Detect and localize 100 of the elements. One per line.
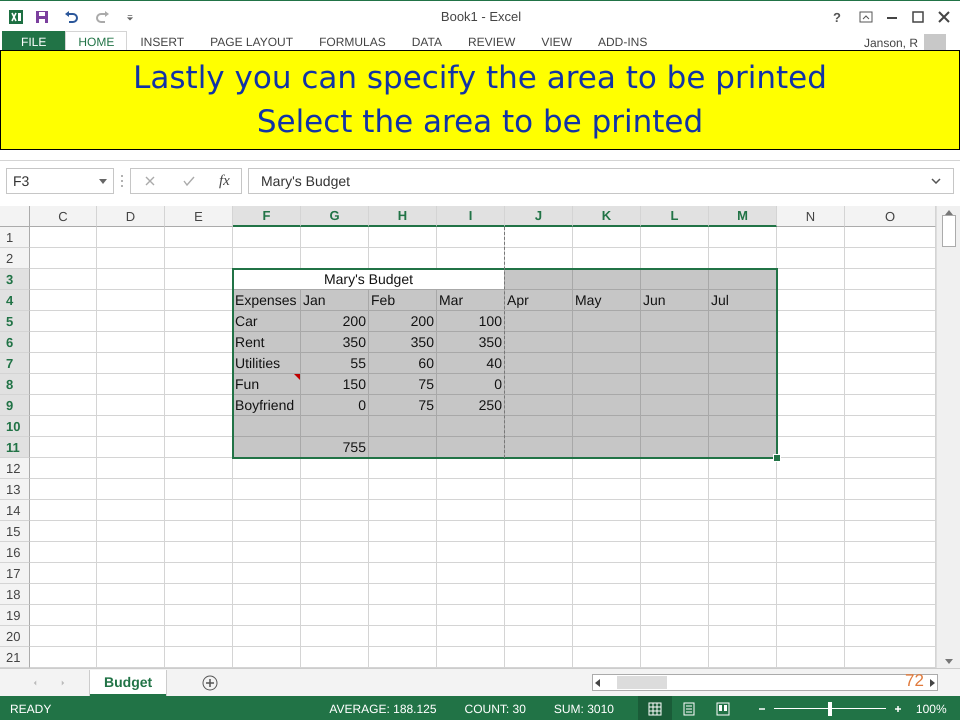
ribbon-tab[interactable]: PAGE LAYOUT [197, 31, 306, 50]
row-header[interactable]: 17 [0, 563, 30, 584]
column-header[interactable]: D [97, 206, 165, 227]
table-cell [777, 290, 845, 311]
ribbon-tab[interactable]: ADD-INS [585, 31, 660, 50]
row-header[interactable]: 13 [0, 479, 30, 500]
normal-view-button[interactable] [638, 696, 672, 720]
table-cell [30, 248, 97, 269]
table-cell: 350 [437, 332, 505, 353]
table-cell: Fun [233, 374, 301, 395]
table-cell: May [573, 290, 641, 311]
table-cell [709, 437, 777, 458]
slide-number: 72 [905, 671, 924, 691]
fill-handle[interactable] [773, 454, 781, 462]
zoom-thumb[interactable] [828, 702, 832, 716]
ribbon-tab[interactable]: VIEW [528, 31, 585, 50]
table-cell [709, 332, 777, 353]
row-header[interactable]: 3 [0, 269, 30, 290]
row-header[interactable]: 14 [0, 500, 30, 521]
ribbon-tab[interactable]: FORMULAS [306, 31, 399, 50]
row-header[interactable]: 18 [0, 584, 30, 605]
scroll-thumb[interactable] [942, 215, 956, 247]
table-cell [97, 290, 165, 311]
table-cell [573, 311, 641, 332]
row-header[interactable]: 10 [0, 416, 30, 437]
table-cell [505, 563, 573, 584]
table-cell [30, 311, 97, 332]
table-cell [30, 563, 97, 584]
table-cell [573, 374, 641, 395]
table-cell [301, 605, 369, 626]
ribbon-tab[interactable]: INSERT [127, 31, 198, 50]
row-header[interactable]: 11 [0, 437, 30, 458]
help-button[interactable]: ? [826, 8, 848, 24]
row-header[interactable]: 7 [0, 353, 30, 374]
column-header[interactable]: E [165, 206, 233, 227]
table-cell [777, 311, 845, 332]
scroll-thumb[interactable] [617, 676, 667, 689]
table-cell [97, 542, 165, 563]
row-header[interactable]: 6 [0, 332, 30, 353]
ribbon-tab[interactable]: REVIEW [454, 31, 528, 50]
maximize-icon[interactable] [910, 8, 926, 24]
column-header[interactable]: G [301, 206, 369, 227]
excel-logo-icon[interactable] [8, 8, 24, 24]
close-icon[interactable] [936, 8, 952, 24]
horizontal-scrollbar[interactable] [592, 674, 938, 691]
row-header[interactable]: 8 [0, 374, 30, 395]
column-header[interactable]: N [777, 206, 845, 227]
vertical-scrollbar[interactable] [936, 206, 960, 668]
dropdown-icon[interactable] [99, 178, 107, 184]
row-header[interactable]: 4 [0, 290, 30, 311]
table-cell [641, 227, 709, 248]
scroll-left-icon[interactable] [593, 678, 603, 688]
table-cell [165, 605, 233, 626]
scroll-right-icon[interactable] [927, 678, 937, 688]
column-header[interactable]: F [233, 206, 301, 227]
table-cell [641, 311, 709, 332]
row-header[interactable]: 9 [0, 395, 30, 416]
column-header[interactable]: C [30, 206, 97, 227]
column-header[interactable]: M [709, 206, 777, 227]
ribbon-tab[interactable]: DATA [398, 31, 455, 50]
ribbon-display-icon[interactable] [858, 8, 874, 24]
column-header[interactable]: J [505, 206, 573, 227]
row-header[interactable]: 19 [0, 605, 30, 626]
column-header[interactable]: O [845, 206, 936, 227]
table-cell: 55 [301, 353, 369, 374]
expand-icon[interactable] [931, 178, 941, 184]
row-header[interactable]: 21 [0, 647, 30, 668]
column-header[interactable]: K [573, 206, 641, 227]
zoom-level[interactable]: 100% [916, 702, 947, 716]
row-header[interactable]: 5 [0, 311, 30, 332]
table-cell [505, 605, 573, 626]
name-box[interactable]: F3 [6, 168, 114, 194]
ribbon-tab[interactable]: HOME [65, 31, 128, 50]
table-cell [573, 542, 641, 563]
ribbon-tab[interactable]: FILE [2, 31, 66, 50]
table-cell [777, 227, 845, 248]
column-header[interactable]: I [437, 206, 505, 227]
column-header[interactable]: L [641, 206, 709, 227]
save-icon[interactable] [34, 8, 50, 24]
row-header[interactable]: 20 [0, 626, 30, 647]
table-cell [165, 626, 233, 647]
table-cell [437, 521, 505, 542]
table-cell: Feb [369, 290, 437, 311]
formula-field[interactable]: Mary's Budget [248, 168, 954, 194]
scroll-down-icon[interactable] [944, 659, 952, 664]
row-header[interactable]: 1 [0, 227, 30, 248]
table-cell [30, 584, 97, 605]
sheet-tab[interactable]: Budget [90, 670, 166, 696]
insert-function-button[interactable]: fx [218, 172, 230, 190]
row-header[interactable]: 16 [0, 542, 30, 563]
add-sheet-icon[interactable] [202, 674, 218, 690]
status-stat: AVERAGE: 188.125 [329, 702, 437, 716]
row-header[interactable]: 2 [0, 248, 30, 269]
user-name[interactable]: Janson, R [864, 36, 918, 50]
table-cell: 755 [301, 437, 369, 458]
table-cell [641, 458, 709, 479]
column-header[interactable]: H [369, 206, 437, 227]
table-cell [709, 416, 777, 437]
row-header[interactable]: 12 [0, 458, 30, 479]
row-header[interactable]: 15 [0, 521, 30, 542]
